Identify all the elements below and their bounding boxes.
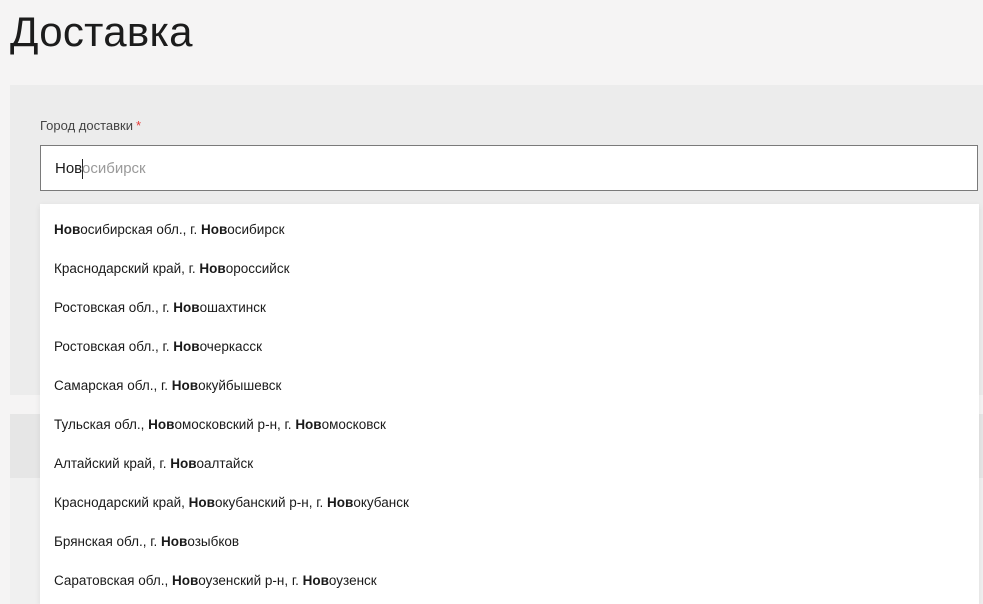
suggestion-item[interactable]: Новосибирская обл., г. Новосибирск — [40, 210, 979, 249]
page-title: Доставка — [10, 8, 193, 55]
suggestion-text: Тульская обл., — [54, 417, 149, 432]
suggestion-item[interactable]: Краснодарский край, Новокубанский р-н, г… — [40, 483, 979, 522]
suggestion-text: Самарская обл., г. — [54, 378, 172, 393]
suggestion-item[interactable]: Саратовская обл., Новоузенский р-н, г. Н… — [40, 561, 979, 600]
suggestion-text: окубанский р-н, г. — [214, 495, 328, 510]
suggestion-match-text: Нов — [171, 573, 199, 588]
suggestion-text: Алтайский край, г. — [54, 456, 171, 471]
suggestion-text: Краснодарский край, г. — [54, 261, 200, 276]
suggestion-text: Ростовская обл., г. — [54, 339, 174, 354]
suggestion-item[interactable]: Самарская обл., г. Новокуйбышевск — [40, 366, 979, 405]
suggestion-text: озыбков — [187, 534, 240, 549]
city-suggestions-dropdown: Новосибирская обл., г. Новосибирск Красно… — [40, 204, 979, 604]
suggestion-item[interactable]: Алтайский край, г. Новоалтайск — [40, 444, 979, 483]
city-field-label: Город доставки * — [40, 117, 141, 135]
suggestion-match-text: Нов — [148, 417, 175, 432]
page: Доставка Город доставки * Нов осибирск Но… — [0, 0, 983, 604]
suggestion-item[interactable]: Ростовская обл., г. Новочеркасск — [40, 327, 979, 366]
suggestion-text: Брянская обл., г. — [54, 534, 162, 549]
suggestion-match-text: Нов — [302, 573, 329, 588]
suggestion-text: Саратовская обл., — [54, 573, 172, 588]
city-label-text: Город доставки — [40, 118, 133, 133]
suggestion-text: окубанск — [353, 495, 409, 510]
required-mark: * — [135, 118, 142, 133]
suggestion-text: осибирская обл., г. — [80, 222, 201, 237]
suggestion-match-text: Нов — [188, 495, 215, 510]
autocomplete-hint: осибирск — [82, 160, 146, 177]
suggestion-match-text: Нов — [173, 339, 200, 354]
suggestion-list: Новосибирская обл., г. Новосибирск Красно… — [40, 210, 979, 600]
suggestion-item[interactable]: Ростовская обл., г. Новошахтинск — [40, 288, 979, 327]
suggestion-match-text: Нов — [327, 495, 354, 510]
suggestion-text: оузенск — [328, 573, 377, 588]
suggestion-match-text: Нов — [295, 417, 322, 432]
suggestion-item[interactable]: Тульская обл., Новомосковский р-н, г. Но… — [40, 405, 979, 444]
city-input-value: Нов — [55, 160, 83, 177]
suggestion-match-text: Нов — [171, 378, 199, 393]
city-input[interactable]: Нов осибирск — [40, 145, 978, 191]
suggestion-match-text: Нов — [54, 222, 81, 237]
suggestion-text: омосковский р-н, г. — [174, 417, 296, 432]
suggestion-match-text: Нов — [170, 456, 197, 471]
suggestion-text: осибирск — [227, 222, 285, 237]
suggestion-item[interactable]: Краснодарский край, г. Новороссийск — [40, 249, 979, 288]
suggestion-text: Краснодарский край, — [54, 495, 189, 510]
suggestion-text: оузенский р-н, г. — [198, 573, 303, 588]
suggestion-text: ороссийск — [225, 261, 290, 276]
suggestion-match-text: Нов — [199, 261, 226, 276]
suggestion-text: окуйбышевск — [198, 378, 282, 393]
suggestion-text: очеркасск — [199, 339, 262, 354]
suggestion-text: Ростовская обл., г. — [54, 300, 174, 315]
suggestion-text: оалтайск — [196, 456, 254, 471]
suggestion-item[interactable]: Брянская обл., г. Новозыбков — [40, 522, 979, 561]
suggestion-match-text: Нов — [173, 300, 200, 315]
suggestion-text: омосковск — [321, 417, 386, 432]
suggestion-match-text: Нов — [200, 222, 228, 237]
suggestion-match-text: Нов — [161, 534, 188, 549]
suggestion-text: ошахтинск — [199, 300, 266, 315]
